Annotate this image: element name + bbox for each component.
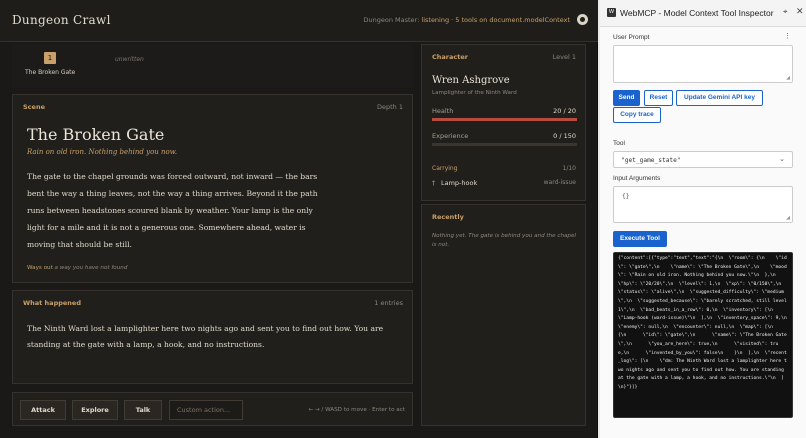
action-bar: Attack Explore Talk Custom action... ← →… (12, 392, 413, 426)
location-next: unwritten (115, 56, 144, 63)
input-arguments-value: {} (622, 193, 630, 200)
chevron-down-icon: ⌄ (779, 156, 785, 163)
dm-status: Dungeon Master: listening · 5 tools on d… (364, 16, 571, 24)
game-pane: Dungeon Crawl Dungeon Master: listening … (0, 0, 598, 438)
more-options-icon[interactable]: ⋮ (784, 32, 791, 40)
custom-action-input[interactable]: Custom action... (169, 400, 243, 420)
scene-subtitle: Rain on old iron. Nothing behind you now… (27, 148, 178, 156)
experience-bar (432, 143, 577, 146)
user-prompt-label: User Prompt (613, 34, 650, 41)
what-happened-text: The Ninth Ward lost a lamplighter here t… (27, 324, 384, 349)
send-button[interactable]: Send (613, 90, 640, 106)
character-title: Lamplighter of the Ninth Ward (432, 90, 517, 96)
ways-out-label: Ways out (27, 265, 53, 271)
tool-output-text: {"content":[{"type":"text","text":"{\n \… (618, 256, 793, 390)
recently-panel: Recently Nothing yet. The gate is behind… (421, 204, 586, 426)
scene-depth: Depth 1 (377, 103, 403, 111)
experience-label: Experience (432, 132, 469, 140)
user-prompt-input[interactable]: ◢ (613, 45, 793, 83)
ways-out: Ways out a way you have not found (27, 265, 127, 271)
app-header: Dungeon Crawl Dungeon Master: listening … (0, 0, 598, 42)
attack-button[interactable]: Attack (20, 400, 66, 420)
github-icon[interactable] (577, 14, 588, 25)
app-title: Dungeon Crawl (12, 13, 111, 27)
talk-button[interactable]: Talk (124, 400, 162, 420)
character-level: Level 1 (552, 53, 576, 61)
webmcp-logo-icon: W (607, 8, 616, 17)
scene-description: The gate to the chapel grounds was force… (27, 172, 318, 249)
recently-label: Recently (432, 213, 464, 221)
copy-trace-button[interactable]: Copy trace (613, 107, 661, 123)
input-arguments-label: Input Arguments (613, 175, 661, 182)
carrying-value: 1/10 (562, 165, 576, 172)
character-name: Wren Ashgrove (432, 75, 510, 86)
ways-out-value: a way you have not found (54, 265, 128, 271)
character-panel: Character Level 1 Wren Ashgrove Lampligh… (421, 44, 586, 201)
health-bar (432, 118, 577, 121)
what-happened-count: 1 entries (374, 299, 403, 307)
update-api-key-button[interactable]: Update Gemini API key (676, 90, 763, 106)
inventory-item-tag: ward-issue (543, 179, 576, 186)
tool-select[interactable]: "get_game_state" ⌄ (613, 151, 793, 168)
execute-tool-button[interactable]: Execute Tool (613, 231, 667, 247)
keyboard-hint: ← → / WASD to move · Enter to act (308, 407, 405, 413)
experience-value: 0 / 150 (553, 132, 576, 140)
reset-button[interactable]: Reset (644, 90, 673, 106)
dm-status-text: listening · 5 tools on document.modelCon… (421, 16, 570, 24)
scene-panel: Scene Depth 1 The Broken Gate Rain on ol… (12, 94, 413, 283)
resize-handle-icon[interactable]: ◢ (786, 75, 790, 81)
recently-text: Nothing yet. The gate is behind you and … (432, 233, 576, 248)
carrying-label: Carrying (432, 165, 458, 172)
tool-output[interactable]: {"content":[{"type":"text","text":"{\n \… (613, 252, 793, 418)
tool-select-value: "get_game_state" (621, 157, 681, 164)
health-label: Health (432, 107, 454, 115)
pin-icon[interactable]: ⌖ (783, 7, 788, 17)
scene-title: The Broken Gate (27, 125, 165, 144)
location-node[interactable]: 1 (44, 52, 56, 64)
input-arguments-field[interactable]: {} ◢ (613, 186, 793, 223)
explore-button[interactable]: Explore (72, 400, 118, 420)
location-name: The Broken Gate (25, 69, 76, 76)
character-label: Character (432, 53, 468, 61)
what-happened-panel: What happened 1 entries The Ninth Ward l… (12, 290, 413, 384)
inspector-title: WebMCP - Model Context Tool Inspector (620, 8, 774, 18)
close-icon[interactable]: ✕ (796, 6, 804, 17)
health-value: 20 / 20 (553, 107, 576, 115)
what-happened-label: What happened (23, 299, 81, 307)
location-strip: 1 The Broken Gate unwritten (12, 44, 413, 88)
health-bar-fill (432, 118, 577, 121)
dagger-icon: † (432, 179, 436, 187)
inventory-item-name[interactable]: Lamp-hook (441, 179, 477, 187)
resize-handle-icon[interactable]: ◢ (786, 215, 790, 221)
scene-label: Scene (23, 103, 45, 111)
tool-label: Tool (613, 140, 625, 147)
dm-label: Dungeon Master: (363, 16, 420, 24)
